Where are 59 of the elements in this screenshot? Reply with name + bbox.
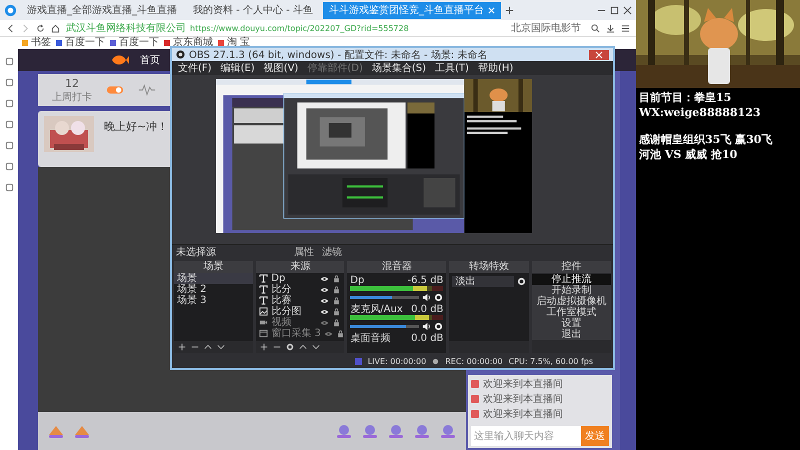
window-title: OBS 27.1.3 (64 bit, windows) - 配置文件: 未命名 - 场景: 未命名 <box>189 48 488 62</box>
menu-item[interactable]: 工具(T) <box>435 61 469 75</box>
control-button[interactable]: 退出 <box>532 329 612 340</box>
nav-link[interactable]: 首页 <box>140 53 160 67</box>
channel-name: 麦克风/Aux <box>350 304 403 315</box>
toolbar-button[interactable]: 属性 <box>294 245 314 259</box>
channel-reading: -6.5 dB <box>408 275 444 286</box>
dock-title: 来源 <box>256 261 344 273</box>
channel-name: 桌面音频 <box>350 333 390 344</box>
bookmark[interactable]: 淘 宝 <box>218 37 250 49</box>
dock-title: 转场特效 <box>449 261 529 273</box>
overlay-text: 感谢帽皇组织35飞 赢30飞 <box>639 132 774 147</box>
channel-reading: 0.0 dB <box>411 333 444 344</box>
source-status: 未选择源 <box>176 246 216 259</box>
menu-item[interactable]: 场景集合(S) <box>372 61 426 75</box>
scene-item[interactable]: 场景 <box>174 273 254 284</box>
bookmark[interactable]: 京东商城 <box>164 37 213 49</box>
greeting-text: 晚上好~冲！ <box>104 119 168 134</box>
overlay-text: 目前节目：拳皇15 <box>639 90 732 105</box>
chat-message: 欢迎来到本直播间 <box>483 408 563 421</box>
cpu-status: CPU: 7.5%, 60.00 fps <box>508 357 593 366</box>
search-field[interactable]: 北京国际电影节 <box>507 21 585 35</box>
overlay-text: 河池 VS 威威 抢10 <box>639 147 738 162</box>
source-item[interactable]: 比分 <box>271 284 318 295</box>
bookmark[interactable]: 百度一下 <box>110 37 159 49</box>
overlay-text: WX:weige88888123 <box>639 105 762 120</box>
record-time: REC: 00:00:00 <box>445 357 503 366</box>
control-button[interactable]: 设置 <box>532 318 612 329</box>
checkin-count: 12 <box>65 76 79 90</box>
source-item[interactable]: 视频 <box>271 317 318 328</box>
menu-item[interactable]: 视图(V) <box>264 61 298 75</box>
control-button[interactable]: 启动虚拟摄像机 <box>532 296 612 307</box>
dock-title: 控件 <box>532 261 612 273</box>
bookmark[interactable]: 书签 <box>22 37 51 49</box>
browser-tab[interactable]: 我的资料 - 个人中心 - 斗鱼 <box>187 2 319 18</box>
source-item[interactable]: 比赛 <box>271 295 318 306</box>
chat-message: 欢迎来到本直播间 <box>483 392 563 406</box>
browser-tab[interactable]: 游戏直播_全部游戏直播_斗鱼直播 <box>21 2 183 18</box>
control-button[interactable]: 工作室模式 <box>532 307 612 318</box>
toolbar-button[interactable]: 滤镜 <box>322 245 342 259</box>
scene-item[interactable]: 场景 3 <box>174 295 254 306</box>
source-item[interactable]: 比分图 <box>271 306 318 317</box>
source-item[interactable]: 窗口采集 3 <box>271 328 321 339</box>
channel-name: Dp <box>350 275 364 286</box>
channel-reading: 0.0 dB <box>411 304 444 315</box>
transition-dropdown[interactable]: 淡出 <box>452 276 514 287</box>
live-time: LIVE: 00:00:00 <box>368 357 426 366</box>
checkin-label: 上周打卡 <box>52 90 92 104</box>
chat-message: 欢迎来到本直播间 <box>483 378 563 391</box>
source-item[interactable]: Dp <box>271 273 318 284</box>
control-button[interactable]: 开始录制 <box>532 285 612 296</box>
bookmark[interactable]: 百度一下 <box>56 37 105 49</box>
menu-item[interactable]: 文件(F) <box>178 61 212 75</box>
scene-item[interactable]: 场景 2 <box>174 284 254 295</box>
menu-item[interactable]: 帮助(H) <box>478 61 514 75</box>
dock-title: 混音器 <box>347 261 446 273</box>
control-button[interactable]: 停止推流 <box>532 274 612 285</box>
menu-item[interactable]: 编辑(E) <box>220 61 255 75</box>
dock-title: 场景 <box>174 261 254 273</box>
